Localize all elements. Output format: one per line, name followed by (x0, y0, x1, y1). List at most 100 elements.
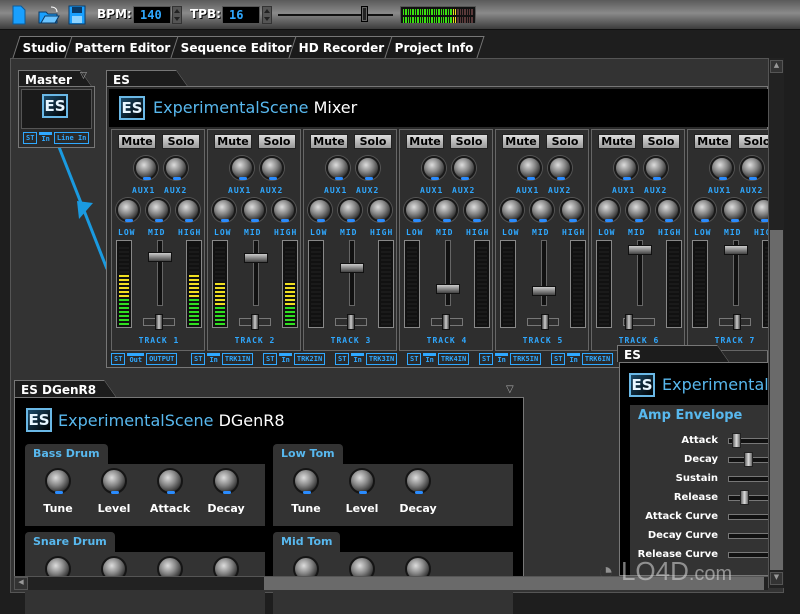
tab-sequence-editor[interactable]: Sequence Editor (170, 36, 303, 58)
solo-button[interactable]: Solo (354, 134, 392, 149)
pan-slider[interactable] (733, 314, 742, 330)
low-eq-knob[interactable] (116, 198, 140, 222)
mute-button[interactable]: Mute (502, 134, 540, 149)
solo-button[interactable]: Solo (258, 134, 296, 149)
io-port[interactable]: ST In TRK4IN (407, 353, 470, 365)
io-port[interactable]: ST In TRK6IN (551, 353, 614, 365)
pan-slider[interactable] (155, 314, 163, 330)
low-eq-knob[interactable] (692, 198, 716, 222)
io-port[interactable]: ST Out OUTPUT (111, 353, 178, 365)
tab-hd-recorder[interactable]: HD Recorder (288, 36, 396, 58)
master-volume-thumb[interactable] (360, 6, 368, 22)
aux2-knob[interactable] (644, 156, 668, 180)
solo-button[interactable]: Solo (162, 134, 200, 149)
bpm-spinner[interactable] (172, 6, 182, 24)
mid-eq-knob[interactable] (530, 198, 554, 222)
mid-eq-knob[interactable] (722, 198, 746, 222)
low-eq-knob[interactable] (596, 198, 620, 222)
high-eq-knob[interactable] (656, 198, 680, 222)
drum-knob[interactable] (405, 468, 431, 494)
volume-fader-track[interactable] (253, 240, 259, 306)
volume-fader[interactable] (532, 286, 556, 297)
mute-button[interactable]: Mute (310, 134, 348, 149)
solo-button[interactable]: Solo (642, 134, 680, 149)
pan-slider[interactable] (347, 314, 355, 330)
volume-fader[interactable] (724, 244, 748, 255)
tpb-spinner[interactable] (262, 6, 272, 24)
aux1-knob[interactable] (614, 156, 638, 180)
envelope-slider-thumb[interactable] (740, 490, 749, 505)
new-file-icon[interactable] (12, 5, 30, 25)
mute-button[interactable]: Mute (406, 134, 444, 149)
mute-button[interactable]: Mute (598, 134, 636, 149)
pan-slider[interactable] (251, 314, 259, 330)
scroll-down-icon[interactable]: ▼ (770, 572, 783, 585)
tab-project-info[interactable]: Project Info (384, 36, 485, 58)
collapse-icon[interactable]: ▽ (80, 71, 94, 85)
aux2-knob[interactable] (356, 156, 380, 180)
mid-eq-knob[interactable] (146, 198, 170, 222)
low-eq-knob[interactable] (404, 198, 428, 222)
aux2-knob[interactable] (548, 156, 572, 180)
mid-eq-knob[interactable] (242, 198, 266, 222)
vertical-scroll-thumb[interactable] (770, 230, 783, 570)
io-port[interactable]: ST In TRK5IN (479, 353, 542, 365)
volume-fader[interactable] (148, 251, 172, 262)
drum-knob[interactable] (157, 468, 183, 494)
envelope-slider-thumb[interactable] (744, 452, 753, 467)
drum-knob[interactable] (45, 468, 71, 494)
volume-fader[interactable] (244, 252, 268, 263)
solo-button[interactable]: Solo (546, 134, 584, 149)
high-eq-knob[interactable] (272, 198, 296, 222)
solo-button[interactable]: Solo (450, 134, 488, 149)
amp-envelope-tab[interactable]: Amp Envelope (630, 405, 751, 427)
high-eq-knob[interactable] (560, 198, 584, 222)
high-eq-knob[interactable] (368, 198, 392, 222)
aux1-knob[interactable] (710, 156, 734, 180)
low-eq-knob[interactable] (500, 198, 524, 222)
aux2-knob[interactable] (452, 156, 476, 180)
envelope-slider-thumb[interactable] (732, 433, 741, 448)
aux2-knob[interactable] (164, 156, 188, 180)
vertical-scrollbar[interactable]: ▲ ▼ (768, 58, 784, 588)
volume-fader[interactable] (436, 283, 460, 294)
mid-eq-knob[interactable] (434, 198, 458, 222)
volume-fader-track[interactable] (157, 240, 163, 306)
drum-knob[interactable] (213, 468, 239, 494)
aux1-knob[interactable] (422, 156, 446, 180)
mute-button[interactable]: Mute (118, 134, 156, 149)
scroll-left-icon[interactable]: ◀ (14, 577, 28, 590)
io-port[interactable]: ST In TRK3IN (335, 353, 398, 365)
io-port[interactable]: ST In TRK2IN (263, 353, 326, 365)
volume-fader-track[interactable] (445, 240, 451, 306)
mute-button[interactable]: Mute (694, 134, 732, 149)
high-eq-knob[interactable] (464, 198, 488, 222)
bpm-input[interactable]: 140 (133, 6, 171, 24)
pan-slider[interactable] (625, 314, 634, 330)
aux1-knob[interactable] (134, 156, 158, 180)
low-eq-knob[interactable] (212, 198, 236, 222)
drum-knob[interactable] (293, 468, 319, 494)
pan-slider[interactable] (441, 314, 450, 330)
drum-knob[interactable] (349, 468, 375, 494)
aux1-knob[interactable] (230, 156, 254, 180)
collapse-icon[interactable]: ▽ (506, 384, 514, 395)
volume-fader[interactable] (340, 263, 364, 274)
aux1-knob[interactable] (326, 156, 350, 180)
drum-knob[interactable] (101, 468, 127, 494)
scroll-up-icon[interactable]: ▲ (770, 60, 783, 73)
tab-pattern-editor[interactable]: Pattern Editor (64, 36, 182, 58)
open-folder-icon[interactable] (38, 5, 60, 25)
aux2-knob[interactable] (260, 156, 284, 180)
aux1-knob[interactable] (518, 156, 542, 180)
pan-slider[interactable] (541, 314, 550, 330)
save-disk-icon[interactable] (68, 5, 86, 25)
mute-button[interactable]: Mute (214, 134, 252, 149)
volume-fader[interactable] (628, 244, 652, 255)
mid-eq-knob[interactable] (338, 198, 362, 222)
aux2-knob[interactable] (740, 156, 764, 180)
mid-eq-knob[interactable] (626, 198, 650, 222)
high-eq-knob[interactable] (176, 198, 200, 222)
low-eq-knob[interactable] (308, 198, 332, 222)
master-io[interactable]: ST In Line In (23, 132, 90, 144)
